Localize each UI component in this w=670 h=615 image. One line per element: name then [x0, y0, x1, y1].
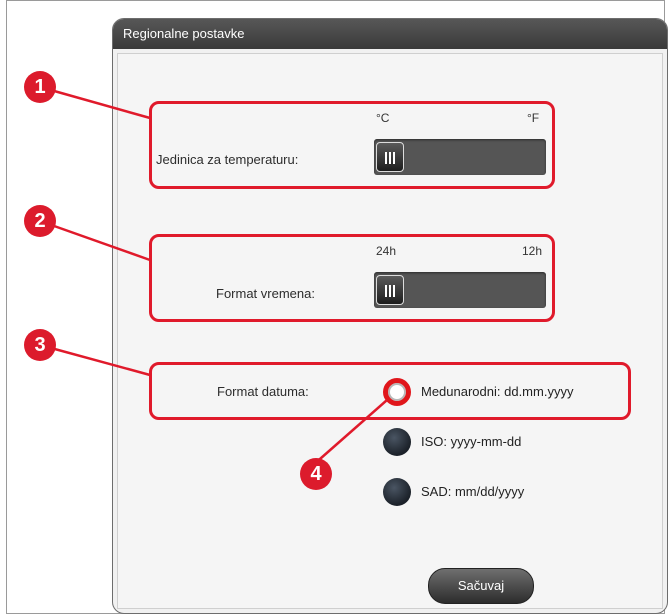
callout-line-3: [39, 343, 151, 377]
callout-badge-1: 1: [24, 71, 56, 103]
callout-line-4: [311, 399, 388, 467]
callout-badge-3: 3: [24, 329, 56, 361]
callout-badge-2: 2: [24, 205, 56, 237]
callout-badge-4: 4: [300, 458, 332, 490]
callout-line-2: [39, 219, 151, 262]
callout-line-1: [39, 85, 151, 120]
callout-lines: [39, 85, 388, 467]
